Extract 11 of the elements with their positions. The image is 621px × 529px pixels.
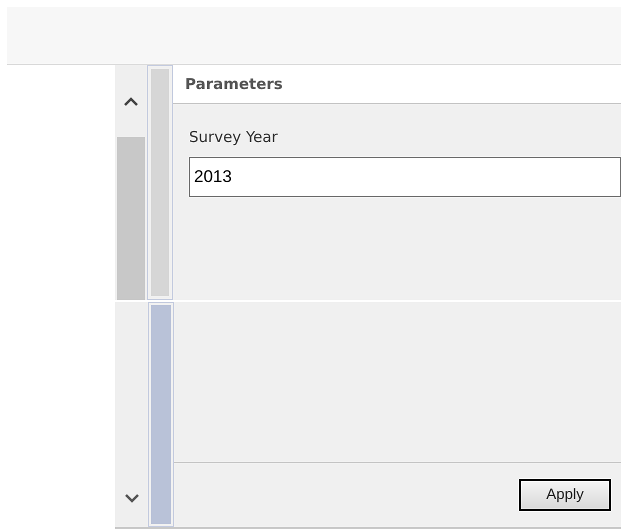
splitter-bar[interactable] xyxy=(148,302,174,527)
panel-title: Parameters xyxy=(185,74,283,95)
input-field[interactable]: 2013 xyxy=(189,156,621,196)
chevron-up-icon[interactable] xyxy=(123,95,140,107)
splitter-handle[interactable] xyxy=(147,65,173,300)
scroll-bar[interactable] xyxy=(115,65,148,300)
field-label: Survey Year xyxy=(189,127,279,148)
scroll-track[interactable] xyxy=(115,302,148,527)
scroll-thumb[interactable] xyxy=(117,137,145,300)
chevron-down-icon[interactable] xyxy=(124,493,140,505)
apply-button[interactable]: Apply xyxy=(519,479,611,511)
